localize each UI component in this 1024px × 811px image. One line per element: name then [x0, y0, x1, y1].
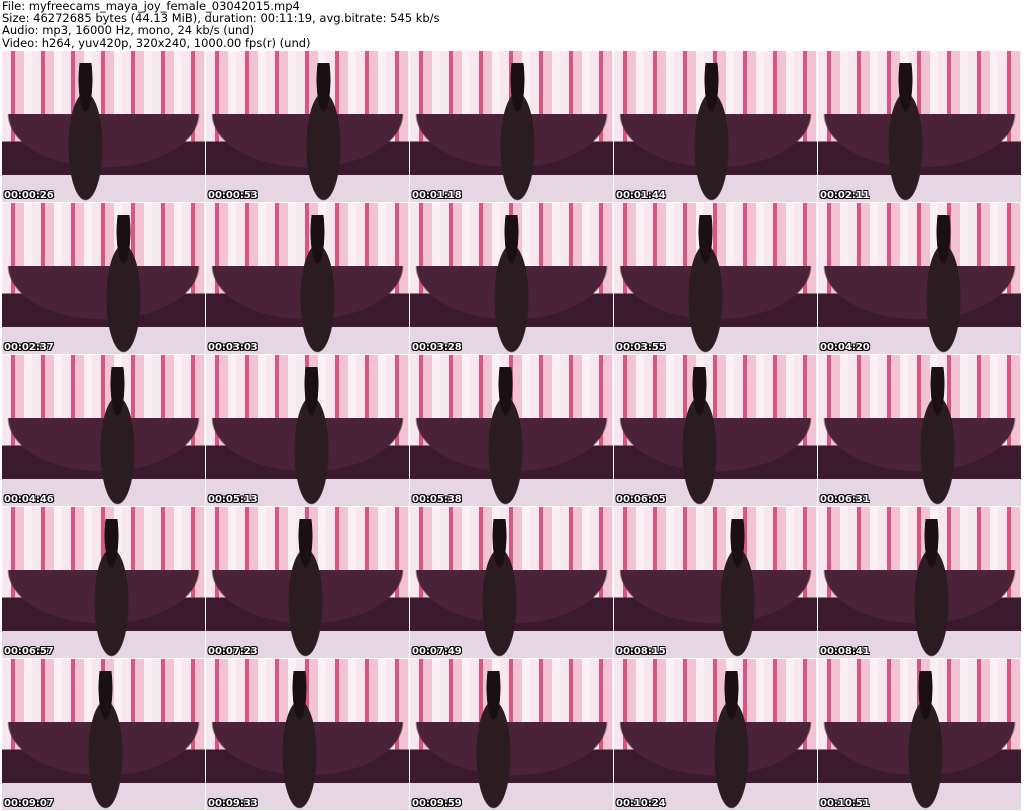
thumbnail-image [79, 671, 132, 810]
thumbnail-image [466, 671, 520, 810]
video-thumbnail: 00:04:46 [2, 355, 205, 506]
timestamp: 00:06:05 [616, 494, 666, 505]
timestamp: 00:01:18 [412, 190, 462, 201]
thumbnail-image [899, 671, 952, 810]
timestamp: 00:03:28 [412, 342, 462, 353]
timestamp: 00:05:13 [208, 494, 258, 505]
video-thumbnail: 00:03:55 [614, 203, 817, 354]
timestamp: 00:08:15 [616, 646, 666, 657]
thumbnail-image [291, 215, 345, 354]
thumbnail-image [58, 63, 112, 202]
thumbnail-image [878, 63, 932, 202]
video-thumbnail: 00:09:33 [206, 659, 409, 810]
video-thumbnail: 00:08:15 [614, 507, 817, 658]
thumbnail-grid: 00:00:26 00:00:53 00:01:18 00:01:44 00:02:11… [2, 51, 1021, 810]
timestamp: 00:07:49 [412, 646, 462, 657]
video-thumbnail: 00:06:57 [2, 507, 205, 658]
timestamp: 00:02:37 [4, 342, 54, 353]
timestamp: 00:09:59 [412, 798, 462, 809]
timestamp: 00:08:41 [820, 646, 870, 657]
file-info: File: myfreecams_maya_joy_female_0304201… [2, 0, 440, 49]
timestamp: 00:00:26 [4, 190, 54, 201]
video-thumbnail: 00:01:44 [614, 51, 817, 202]
thumbnail-image [91, 367, 145, 506]
timestamp: 00:07:23 [208, 646, 258, 657]
thumbnail-image [905, 519, 959, 658]
thumbnail-image [672, 367, 726, 506]
audio-info: Audio: mp3, 16000 Hz, mono, 24 kb/s (und… [2, 23, 255, 38]
thumbnail-image [911, 367, 965, 506]
timestamp: 00:10:51 [820, 798, 870, 809]
timestamp: 00:06:31 [820, 494, 870, 505]
thumbnail-image [917, 215, 971, 354]
timestamp: 00:09:07 [4, 798, 54, 809]
video-thumbnail: 00:01:18 [410, 51, 613, 202]
timestamp: 00:03:55 [616, 342, 666, 353]
timestamp: 00:04:20 [820, 342, 870, 353]
thumbnail-image [285, 367, 338, 506]
timestamp: 00:05:38 [412, 494, 462, 505]
video-thumbnail: 00:02:11 [818, 51, 1021, 202]
thumbnail-image [491, 63, 544, 202]
thumbnail-image [472, 519, 526, 658]
video-thumbnail: 00:03:28 [410, 203, 613, 354]
video-thumbnail: 00:10:24 [614, 659, 817, 810]
video-thumbnail: 00:05:38 [410, 355, 613, 506]
video-thumbnail: 00:00:26 [2, 51, 205, 202]
video-thumbnail: 00:04:20 [818, 203, 1021, 354]
video-thumbnail: 00:06:05 [614, 355, 817, 506]
video-thumbnail: 00:05:13 [206, 355, 409, 506]
thumbnail-image [705, 671, 759, 810]
thumbnail-image [97, 215, 151, 354]
thumbnail-image [711, 519, 765, 658]
thumbnail-image [678, 215, 732, 354]
video-info: Video: h264, yuv420p, 320x240, 1000.00 f… [2, 35, 311, 50]
timestamp: 00:03:03 [208, 342, 258, 353]
video-thumbnail: 00:00:53 [206, 51, 409, 202]
thumbnail-image [297, 63, 351, 202]
thumbnail-image [85, 519, 138, 658]
video-thumbnail: 00:06:31 [818, 355, 1021, 506]
video-thumbnail: 00:02:37 [2, 203, 205, 354]
video-thumbnail: 00:07:49 [410, 507, 613, 658]
timestamp: 00:06:57 [4, 646, 54, 657]
timestamp: 00:02:11 [820, 190, 870, 201]
video-thumbnail: 00:10:51 [818, 659, 1021, 810]
thumbnail-image [485, 215, 538, 354]
video-thumbnail: 00:07:23 [206, 507, 409, 658]
timestamp: 00:10:24 [616, 798, 666, 809]
thumbnail-image [272, 671, 326, 810]
thumbnail-image [279, 519, 332, 658]
video-thumbnail: 00:03:03 [206, 203, 409, 354]
timestamp: 00:01:44 [616, 190, 666, 201]
timestamp: 00:00:53 [208, 190, 258, 201]
timestamp: 00:09:33 [208, 798, 258, 809]
video-thumbnail: 00:08:41 [818, 507, 1021, 658]
timestamp: 00:04:46 [4, 494, 54, 505]
video-thumbnail: 00:09:59 [410, 659, 613, 810]
video-thumbnail: 00:09:07 [2, 659, 205, 810]
thumbnail-image [479, 367, 532, 506]
thumbnail-image [685, 63, 738, 202]
